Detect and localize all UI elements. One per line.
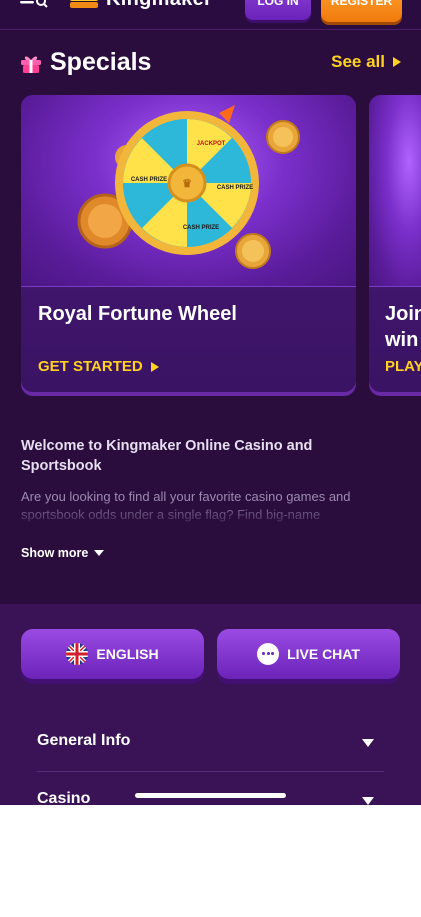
wheel-label: JACKPOT — [197, 141, 226, 147]
accordion-general-info[interactable]: General Info — [37, 716, 384, 772]
menu-icon[interactable] — [20, 0, 48, 10]
specials-header: Specials See all — [20, 46, 401, 78]
text-fade — [0, 500, 421, 530]
accordion-label: Casino — [37, 790, 91, 805]
chevron-down-icon — [94, 550, 105, 556]
live-chat-button[interactable]: LIVE CHAT — [217, 629, 400, 679]
chevron-down-icon — [362, 739, 374, 747]
arrow-right-icon — [150, 361, 159, 372]
arrow-right-icon — [393, 57, 401, 67]
chat-bubble-icon — [257, 643, 280, 665]
accordion-casino[interactable]: Casino — [37, 774, 384, 805]
register-button[interactable]: REGISTER — [321, 0, 402, 22]
chevron-down-icon — [362, 797, 374, 805]
special-card[interactable]: ♛ CASH PRIZE CASH PRIZE CASH PRIZE JACKP… — [21, 95, 356, 392]
login-button[interactable]: LOG IN — [245, 0, 311, 20]
card-title: Join win — [385, 303, 421, 351]
cta-label: GET STARTED — [38, 358, 143, 375]
wheel-label: CASH PRIZE — [183, 225, 219, 231]
svg-text:♛: ♛ — [182, 178, 192, 190]
top-header: Kingmaker LOG IN REGISTER — [0, 0, 421, 30]
card-title: Royal Fortune Wheel — [38, 303, 237, 325]
kingmaker-logo[interactable]: Kingmaker — [70, 0, 212, 11]
home-indicator[interactable] — [135, 793, 286, 798]
cta-label: PLAY — [385, 358, 421, 375]
crown-logo-icon — [70, 0, 98, 8]
get-started-button[interactable]: GET STARTED — [38, 358, 159, 375]
welcome-title: Welcome to Kingmaker Online Casino and S… — [21, 438, 313, 474]
gift-icon — [21, 56, 41, 73]
logo-text: Kingmaker — [106, 0, 212, 11]
see-all-link[interactable]: See all — [331, 52, 401, 72]
live-chat-label: LIVE CHAT — [287, 646, 360, 662]
special-card[interactable]: Join win PLAY — [369, 95, 421, 392]
specials-title: Specials — [50, 48, 152, 76]
uk-flag-icon — [66, 643, 89, 665]
show-more-label: Show more — [21, 546, 89, 560]
app-screen: Kingmaker LOG IN REGISTER Specials See a… — [0, 0, 421, 805]
wheel-illustration: ♛ CASH PRIZE CASH PRIZE CASH PRIZE JACKP… — [77, 105, 300, 269]
card-image — [369, 95, 421, 287]
wheel-label: CASH PRIZE — [217, 185, 253, 191]
language-button[interactable]: ENGLISH — [21, 629, 204, 679]
show-more-button[interactable]: Show more — [21, 546, 105, 560]
wheel-label: CASH PRIZE — [131, 177, 167, 183]
play-button[interactable]: PLAY — [385, 358, 421, 375]
fortune-wheel-image: ♛ CASH PRIZE CASH PRIZE CASH PRIZE JACKP… — [21, 95, 356, 287]
accordion-label: General Info — [37, 732, 131, 749]
see-all-label: See all — [331, 52, 385, 71]
language-label: ENGLISH — [96, 646, 159, 662]
